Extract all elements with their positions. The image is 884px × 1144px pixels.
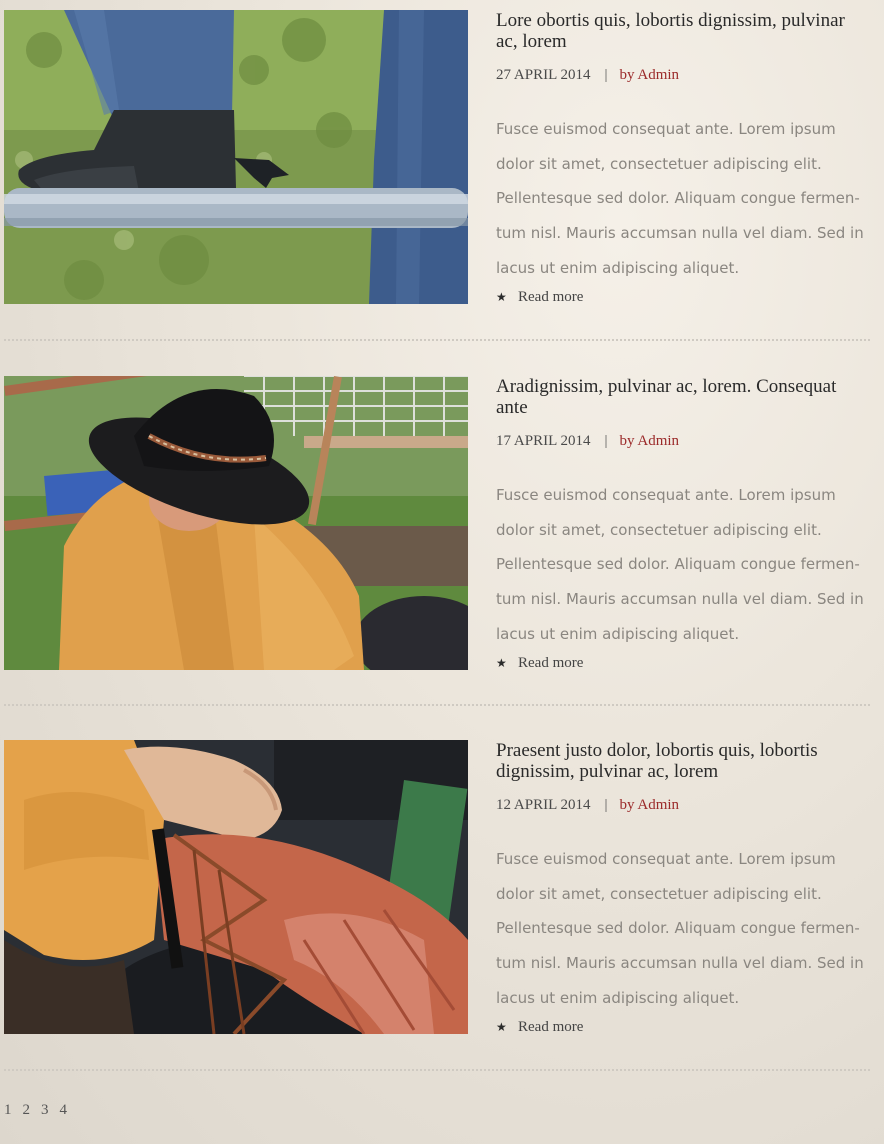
- leather-glove-photo: [4, 740, 468, 1034]
- star-icon: ★: [496, 1020, 507, 1034]
- post-excerpt: Fusce euismod consequat ante. Lorem ipsu…: [496, 120, 864, 277]
- post-title[interactable]: Praesent justo dolor, lobortis quis, lob…: [496, 740, 868, 782]
- post-meta: 12 APRIL 2014 | by Admin: [496, 797, 679, 814]
- post-author-link[interactable]: by Admin: [619, 67, 679, 83]
- post-title[interactable]: Aradignissim, pulvinar ac, lorem. Conseq…: [496, 376, 868, 418]
- post-author-link[interactable]: by Admin: [619, 433, 679, 449]
- post-date: 12 APRIL 2014: [496, 797, 591, 813]
- meta-separator: |: [604, 433, 608, 449]
- post-title[interactable]: Lore obortis quis, lobortis dignissim, p…: [496, 10, 868, 52]
- post-divider: [4, 704, 870, 706]
- page-link-3[interactable]: 3: [41, 1102, 49, 1119]
- meta-separator: |: [604, 67, 608, 83]
- post-image-cowboy-hat[interactable]: [4, 376, 468, 670]
- post-meta: 17 APRIL 2014 | by Admin: [496, 433, 679, 450]
- read-more-link[interactable]: ★ Read more: [496, 289, 583, 306]
- meta-separator: |: [604, 797, 608, 813]
- blog-post-3: Praesent justo dolor, lobortis quis, lob…: [0, 740, 884, 1105]
- post-divider: [4, 339, 870, 341]
- post-image-leather-glove[interactable]: [4, 740, 468, 1034]
- post-date: 27 APRIL 2014: [496, 67, 591, 83]
- post-date: 17 APRIL 2014: [496, 433, 591, 449]
- post-author-link[interactable]: by Admin: [619, 797, 679, 813]
- boot-spur-photo: [4, 10, 468, 304]
- read-more-link[interactable]: ★ Read more: [496, 1019, 583, 1036]
- page-link-2[interactable]: 2: [23, 1102, 31, 1119]
- post-image-boot-spur[interactable]: [4, 10, 468, 304]
- post-excerpt: Fusce euismod consequat ante. Lorem ipsu…: [496, 850, 864, 1007]
- post-divider: [4, 1069, 870, 1071]
- page-link-4[interactable]: 4: [60, 1102, 68, 1119]
- read-more-link[interactable]: ★ Read more: [496, 655, 583, 672]
- page-link-1[interactable]: 1: [4, 1102, 12, 1119]
- blog-post-2: Aradignissim, pulvinar ac, lorem. Conseq…: [0, 376, 884, 741]
- read-more-label: Read more: [518, 655, 584, 671]
- star-icon: ★: [496, 290, 507, 304]
- post-excerpt: Fusce euismod consequat ante. Lorem ipsu…: [496, 486, 864, 643]
- blog-post-1: Lore obortis quis, lobortis dignissim, p…: [0, 10, 884, 375]
- read-more-label: Read more: [518, 289, 584, 305]
- star-icon: ★: [496, 656, 507, 670]
- post-meta: 27 APRIL 2014 | by Admin: [496, 67, 679, 84]
- pagination: 1 2 3 4: [4, 1102, 67, 1119]
- cowboy-hat-photo: [4, 376, 468, 670]
- read-more-label: Read more: [518, 1019, 584, 1035]
